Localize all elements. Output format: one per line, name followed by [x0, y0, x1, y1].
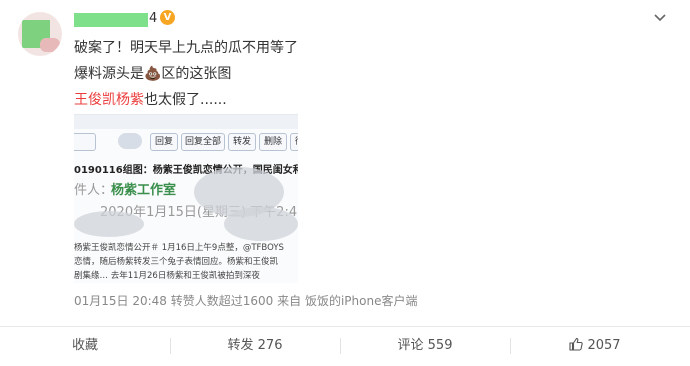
post-image[interactable]: 回复 回复全部 转发 删除 彻底 0190116组图：杨紫王俊凯恋情公开，国民闺… [74, 114, 298, 283]
avatar-decoration [40, 38, 60, 52]
image-blur-patch [224, 207, 298, 241]
image-purge-button: 彻底 [290, 133, 298, 151]
image-toolbar-button [74, 133, 96, 151]
avatar[interactable] [18, 12, 62, 56]
post-source[interactable]: 来自 饭饭的iPhone客户端 [277, 294, 417, 308]
thumbs-up-icon [569, 337, 584, 351]
image-reply-all-button: 回复全部 [181, 133, 225, 151]
image-blur-patch [74, 211, 144, 237]
hashtag-link[interactable]: 王俊凯杨紫 [74, 92, 144, 108]
repost-button[interactable]: 转发 276 [170, 330, 340, 362]
post-meta: 01月15日 20:48 转赞人数超过1600 来自 饭饭的iPhone客户端 [74, 292, 417, 309]
image-delete-button: 删除 [259, 133, 287, 151]
chevron-down-icon[interactable] [652, 10, 668, 26]
verified-badge-icon: V [160, 10, 175, 25]
post-stats-note: 转赞人数超过1600 [170, 294, 274, 308]
image-topbar [74, 115, 298, 129]
username-suffix[interactable]: 4 [149, 11, 157, 26]
post-text-line-1: 破案了！明天早上九点的瓜不用等了 [74, 40, 298, 56]
image-body-line: 剧集缘… 去年11月26日杨紫和王俊凯被拍到深夜 [74, 271, 260, 281]
like-button[interactable]: 2057 [510, 330, 680, 362]
comment-button[interactable]: 评论 559 [340, 330, 510, 362]
favorite-button[interactable]: 收藏 [0, 330, 170, 362]
image-body-line: 杨紫王俊凯恋情公开＃ 1月16日上午9点整，@TFBOYS [74, 243, 284, 253]
post-text-line-3-rest: 也太假了...... [144, 92, 227, 108]
image-sender-value: 杨紫工作室 [111, 183, 177, 198]
image-forward-button: 转发 [228, 133, 256, 151]
post-text-line-2: 爆料源头是💩区的这张图 [74, 66, 232, 82]
image-body-line: 恋情，随后杨紫转发三个兔子表情回应。杨紫和王俊凯 [74, 257, 279, 267]
post-time[interactable]: 01月15日 20:48 [74, 294, 167, 308]
image-toolbar-blob [118, 133, 142, 149]
image-sender-label: 件人： [74, 183, 114, 198]
footer-divider [0, 326, 690, 327]
post-text-line-3: 王俊凯杨紫也太假了...... [74, 89, 227, 109]
username-redaction[interactable] [74, 13, 148, 27]
weibo-post-card: 4 V 破案了！明天早上九点的瓜不用等了 爆料源头是💩区的这张图 王俊凯杨紫也太… [0, 0, 690, 366]
image-reply-button: 回复 [150, 133, 178, 151]
like-count: 2057 [587, 338, 621, 353]
